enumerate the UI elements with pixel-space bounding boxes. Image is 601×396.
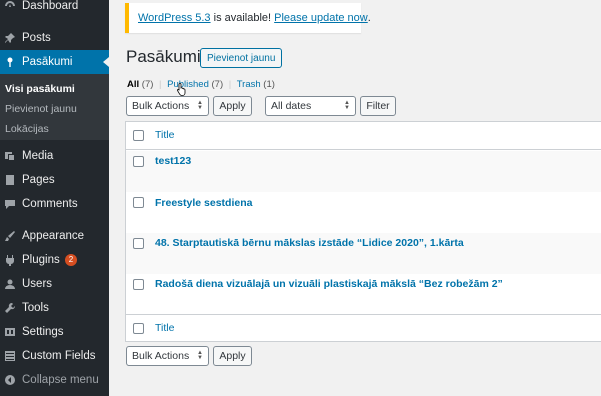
admin-sidebar: Dashboard Posts Pasākumi Visi pasākumi P…	[0, 0, 109, 396]
chevron-down-icon: ▲ ▼	[197, 100, 203, 111]
sidebar-item-label: Comments	[22, 198, 78, 210]
update-notice: WordPress 5.3 is available! Please updat…	[125, 3, 371, 33]
collapse-menu-button[interactable]: Collapse menu	[0, 368, 109, 392]
row-checkbox[interactable]	[133, 238, 144, 249]
plugins-update-badge: 2	[64, 254, 78, 266]
row-checkbox[interactable]	[133, 197, 144, 208]
wordpress-version-link[interactable]: WordPress 5.3	[138, 12, 211, 24]
bulk-actions-value: Bulk Actions	[132, 350, 190, 362]
sidebar-item-custom-fields[interactable]: Custom Fields	[0, 344, 109, 368]
pin-icon	[4, 32, 16, 44]
sidebar-item-users[interactable]: Users	[0, 272, 109, 296]
wrench-icon	[4, 302, 16, 314]
comment-icon	[4, 198, 16, 210]
sidebar-item-pasakumi[interactable]: Pasākumi	[0, 50, 109, 74]
brush-icon	[4, 230, 16, 242]
notice-period: .	[367, 12, 371, 24]
sidebar-item-label: Media	[22, 150, 54, 162]
bulk-actions-value: Bulk Actions	[132, 100, 190, 112]
row-title-link[interactable]: test123	[155, 155, 191, 167]
user-icon	[4, 278, 16, 290]
page-title: Pasākumi	[126, 47, 201, 66]
sidebar-item-label: Pages	[22, 174, 55, 186]
update-now-link[interactable]: Please update now	[274, 12, 368, 24]
plug-icon	[4, 254, 16, 266]
submenu-item-pievienot-jaunu[interactable]: Pievienot jaunu	[5, 103, 77, 115]
filter-button[interactable]: Filter	[360, 96, 396, 116]
posts-table: Title test123 Freestyle sestdiena 48. St…	[125, 121, 601, 342]
sidebar-item-label: Appearance	[22, 230, 85, 242]
row-title-link[interactable]: 48. Starptautiskā bērnu mākslas izstāde …	[155, 237, 464, 249]
select-all-checkbox[interactable]	[133, 130, 144, 141]
status-filters: All (7) | Published (7) | Trash (1)	[127, 79, 275, 90]
sidebar-item-label: Settings	[22, 326, 64, 338]
filter-separator: |	[228, 79, 232, 90]
sidebar-item-label: Posts	[22, 32, 51, 44]
sidebar-item-settings[interactable]: Settings	[0, 320, 109, 344]
row-checkbox[interactable]	[133, 279, 144, 290]
page-icon	[4, 174, 16, 186]
select-all-checkbox-footer[interactable]	[133, 323, 144, 334]
chevron-down-icon: ▲ ▼	[197, 350, 203, 361]
sidebar-item-label: Pasākumi	[22, 56, 73, 68]
hand-cursor-icon	[176, 83, 186, 96]
sidebar-item-pages[interactable]: Pages	[0, 168, 109, 192]
dates-select[interactable]: All dates ▲ ▼	[265, 96, 356, 116]
apply-button-top[interactable]: Apply	[213, 96, 252, 116]
sidebar-item-comments[interactable]: Comments	[0, 192, 109, 216]
collapse-icon	[4, 374, 16, 386]
add-new-button[interactable]: Pievienot jaunu	[200, 48, 283, 68]
sidebar-item-label: Users	[22, 278, 53, 290]
row-title-link[interactable]: Radošā diena vizuālajā un vizuāli plasti…	[155, 278, 503, 290]
filter-separator: |	[159, 79, 162, 90]
settings-icon	[4, 326, 16, 338]
submenu-item-lokacijas[interactable]: Lokācijas	[5, 123, 49, 135]
sidebar-item-label: Plugins	[22, 254, 60, 266]
sidebar-item-dashboard[interactable]: Dashboard	[0, 0, 109, 18]
table-row: Radošā diena vizuālajā un vizuāli plasti…	[126, 274, 601, 315]
row-title-link[interactable]: Freestyle sestdiena	[155, 197, 252, 209]
sidebar-item-posts[interactable]: Posts	[0, 26, 109, 50]
table-row: test123	[126, 151, 601, 192]
title-column-footer[interactable]: Title	[155, 322, 174, 334]
sidebar-item-media[interactable]: Media	[0, 144, 109, 168]
title-column-header[interactable]: Title	[155, 129, 174, 141]
sidebar-item-label: Collapse menu	[22, 374, 99, 386]
bulk-actions-select-bottom[interactable]: Bulk Actions ▲ ▼	[126, 346, 209, 366]
pin-icon	[4, 56, 16, 68]
table-row: 48. Starptautiskā bērnu mākslas izstāde …	[126, 233, 601, 274]
grid-icon	[4, 350, 16, 362]
bulk-actions-select-top[interactable]: Bulk Actions ▲ ▼	[126, 96, 209, 116]
row-checkbox[interactable]	[133, 156, 144, 167]
filter-trash[interactable]: Trash (1)	[237, 79, 275, 90]
submenu: Visi pasākumi Pievienot jaunu Lokācijas	[0, 74, 109, 140]
media-icon	[4, 150, 16, 162]
chevron-down-icon: ▲ ▼	[344, 100, 350, 111]
submenu-item-visi-pasakumi[interactable]: Visi pasākumi	[5, 83, 75, 95]
apply-button-bottom[interactable]: Apply	[213, 346, 252, 366]
notice-text: is available!	[210, 12, 275, 24]
dashboard-icon	[4, 0, 16, 12]
sidebar-item-tools[interactable]: Tools	[0, 296, 109, 320]
dates-value: All dates	[271, 100, 312, 112]
sidebar-item-label: Tools	[22, 302, 49, 314]
sidebar-item-label: Dashboard	[22, 0, 79, 12]
filter-all[interactable]: All (7)	[127, 79, 153, 90]
sidebar-item-appearance[interactable]: Appearance	[0, 224, 109, 248]
table-header: Title	[126, 122, 601, 150]
table-row: Freestyle sestdiena	[126, 192, 601, 233]
sidebar-item-plugins[interactable]: Plugins 2	[0, 248, 109, 272]
sidebar-item-label: Custom Fields	[22, 350, 96, 362]
table-footer: Title	[126, 314, 601, 342]
